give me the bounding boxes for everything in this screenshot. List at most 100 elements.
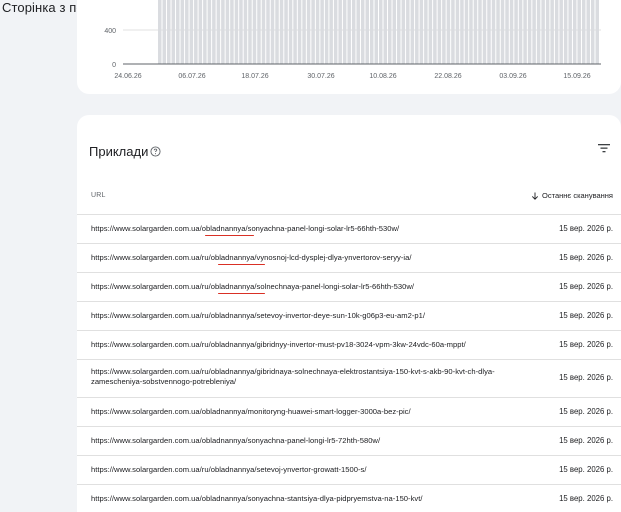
- chart-bar: [545, 0, 550, 64]
- chart-bar: [554, 0, 559, 64]
- chart-bar: [225, 0, 230, 64]
- chart-bar: [342, 0, 347, 64]
- chart-bar: [243, 0, 248, 64]
- y-tick-label: 400: [104, 28, 116, 35]
- table-header: URL Останнє сканування: [77, 179, 621, 215]
- chart-bar: [514, 0, 518, 64]
- chart-bar: [338, 0, 342, 64]
- row-url[interactable]: https://www.solargarden.com.ua/ru/obladn…: [91, 282, 511, 292]
- help-circle-icon[interactable]: [150, 146, 161, 157]
- chart-bar: [360, 0, 365, 64]
- chart-bar: [473, 0, 478, 64]
- table-row[interactable]: https://www.solargarden.com.ua/ru/obladn…: [77, 302, 621, 331]
- table-row[interactable]: https://www.solargarden.com.ua/ru/obladn…: [77, 244, 621, 273]
- chart-bar: [586, 0, 590, 64]
- annotation-underline: [218, 293, 265, 294]
- chart-bar: [248, 0, 252, 64]
- chart-bar: [207, 0, 212, 64]
- examples-title: Приклади: [89, 144, 149, 159]
- chart-bar: [297, 0, 302, 64]
- row-url[interactable]: https://www.solargarden.com.ua/ru/obladn…: [91, 311, 511, 321]
- table-row[interactable]: https://www.solargarden.com.ua/ru/obladn…: [77, 273, 621, 302]
- chart-bar: [306, 0, 311, 64]
- row-url[interactable]: https://www.solargarden.com.ua/obladnann…: [91, 224, 511, 234]
- table-row[interactable]: https://www.solargarden.com.ua/ru/obladn…: [77, 360, 621, 398]
- chart-bar: [559, 0, 563, 64]
- chart-bar: [410, 0, 415, 64]
- filter-icon[interactable]: [597, 141, 611, 155]
- table-row[interactable]: https://www.solargarden.com.ua/obladnann…: [77, 398, 621, 427]
- column-url[interactable]: URL: [91, 192, 106, 199]
- chart-bar: [212, 0, 216, 64]
- chart-bar: [577, 0, 581, 64]
- chart-bar: [185, 0, 189, 64]
- chart-bar: [460, 0, 464, 64]
- chart-bar: [302, 0, 306, 64]
- x-tick-label: 15.09.26: [563, 73, 590, 80]
- chart-bar: [216, 0, 221, 64]
- row-last-crawl: 15 вер. 2026 р.: [559, 373, 613, 382]
- table-row[interactable]: https://www.solargarden.com.ua/obladnann…: [77, 215, 621, 244]
- x-tick-label: 24.06.26: [114, 73, 141, 80]
- chart-bar: [419, 0, 424, 64]
- chart-bar: [266, 0, 270, 64]
- chart-bar: [374, 0, 379, 64]
- chart-bar: [505, 0, 509, 64]
- row-url[interactable]: https://www.solargarden.com.ua/ru/obladn…: [91, 465, 511, 475]
- examples-card: Приклади URL Останнє сканування https://…: [77, 115, 621, 512]
- x-tick-label: 06.07.26: [178, 73, 205, 80]
- row-url[interactable]: https://www.solargarden.com.ua/obladnann…: [91, 494, 511, 504]
- row-url[interactable]: https://www.solargarden.com.ua/obladnann…: [91, 407, 511, 417]
- chart-bar: [288, 0, 293, 64]
- chart-bar: [392, 0, 397, 64]
- row-url[interactable]: https://www.solargarden.com.ua/ru/obladn…: [91, 340, 511, 350]
- chart-bar: [171, 0, 176, 64]
- chart-bar: [230, 0, 234, 64]
- chart-bar: [568, 0, 572, 64]
- row-last-crawl: 15 вер. 2026 р.: [559, 282, 613, 291]
- chart-bar: [333, 0, 338, 64]
- table-row[interactable]: https://www.solargarden.com.ua/ru/obladn…: [77, 456, 621, 485]
- chart-bar: [469, 0, 473, 64]
- chart-bar: [275, 0, 279, 64]
- chart-bar: [532, 0, 536, 64]
- chart-bar: [194, 0, 198, 64]
- chart-card: 400 0 24.06.26 06.07.26 18.07.26 30.07.26 10.0…: [77, 0, 621, 94]
- chart-bar: [176, 0, 180, 64]
- chart-bar: [500, 0, 505, 64]
- chart-bar: [351, 0, 356, 64]
- row-url[interactable]: https://www.solargarden.com.ua/ru/obladn…: [91, 253, 511, 263]
- table-row[interactable]: https://www.solargarden.com.ua/obladnann…: [77, 427, 621, 456]
- chart-bar: [324, 0, 329, 64]
- row-url[interactable]: https://www.solargarden.com.ua/obladnann…: [91, 436, 511, 446]
- chart-bar: [478, 0, 482, 64]
- chart-bar: [221, 0, 225, 64]
- table-row[interactable]: https://www.solargarden.com.ua/obladnann…: [77, 485, 621, 512]
- annotation-underline: [205, 235, 254, 236]
- chart-bar: [158, 0, 162, 64]
- chart-bar: [203, 0, 207, 64]
- chart-bar: [293, 0, 297, 64]
- row-last-crawl: 15 вер. 2026 р.: [559, 340, 613, 349]
- chart-bar: [252, 0, 257, 64]
- chart-bar: [563, 0, 568, 64]
- chart-bar: [279, 0, 284, 64]
- chart-bar: [383, 0, 388, 64]
- chart-bar: [464, 0, 469, 64]
- chart-bar: [550, 0, 554, 64]
- chart-bar: [311, 0, 315, 64]
- row-last-crawl: 15 вер. 2026 р.: [559, 465, 613, 474]
- row-url[interactable]: https://www.solargarden.com.ua/ru/obladn…: [91, 367, 511, 387]
- chart-bar: [369, 0, 374, 64]
- table-row[interactable]: https://www.solargarden.com.ua/ru/obladn…: [77, 331, 621, 360]
- chart-bar: [270, 0, 275, 64]
- chart-bar: [433, 0, 437, 64]
- row-last-crawl: 15 вер. 2026 р.: [559, 224, 613, 233]
- column-last-crawl[interactable]: Останнє сканування: [531, 191, 613, 200]
- chart-bar: [572, 0, 577, 64]
- chart-bar: [189, 0, 194, 64]
- x-tick-label: 03.09.26: [499, 73, 526, 80]
- row-last-crawl: 15 вер. 2026 р.: [559, 436, 613, 445]
- chart-bar: [446, 0, 451, 64]
- chart-bar: [397, 0, 401, 64]
